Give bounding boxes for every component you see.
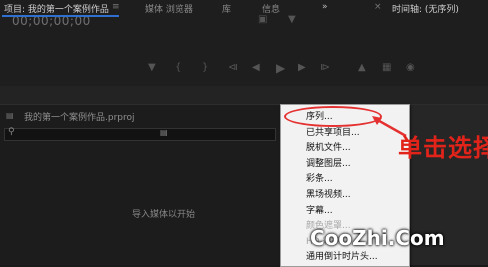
watermark: CooZhi.Com xyxy=(310,226,445,250)
close-icon[interactable]: × xyxy=(374,2,382,12)
menu-item[interactable]: 调整图层... xyxy=(306,156,351,169)
step-forward-icon[interactable]: ▶ xyxy=(298,62,306,73)
empty-project-message: 导入媒体以开始 xyxy=(132,210,196,220)
marker-icon[interactable]: ▼ xyxy=(148,62,156,73)
tab-project[interactable]: 项目: 我的第一个案例作品 xyxy=(4,2,109,15)
mark-in-icon[interactable]: { xyxy=(175,62,181,73)
camera-icon[interactable]: ◉ xyxy=(406,62,415,73)
go-to-in-icon[interactable]: ⧏ xyxy=(228,62,238,73)
project-file-name: 我的第一个案例作品.prproj xyxy=(24,113,135,123)
timeline-header xyxy=(372,86,488,104)
active-tab-indicator xyxy=(2,15,119,17)
tab-timeline[interactable]: 时间轴: (无序列) xyxy=(392,2,459,15)
export-frame-icon[interactable]: ▣ xyxy=(258,14,267,25)
menu-item[interactable]: 黑场视频... xyxy=(306,187,351,200)
mark-out-icon[interactable]: } xyxy=(202,62,208,73)
tab-media-browser[interactable]: 媒体 浏览器 xyxy=(145,2,193,15)
search-icon: ⚲ xyxy=(8,127,15,137)
search-input[interactable] xyxy=(4,128,276,141)
annotation-text: 单击选择 xyxy=(398,134,488,162)
menu-item[interactable]: 通用倒计时片头... xyxy=(306,249,378,262)
menu-item[interactable]: 字幕... xyxy=(306,203,333,216)
settings-icon[interactable]: ▼ xyxy=(288,14,296,25)
panel-overflow-icon[interactable]: » xyxy=(322,2,328,12)
project-file-icon: ▤ xyxy=(6,111,14,120)
menu-item[interactable]: 脱机文件... xyxy=(306,140,351,153)
tab-info[interactable]: 信息 xyxy=(262,2,280,15)
play-icon[interactable]: ▶ xyxy=(276,61,285,75)
lift-icon[interactable]: ▲ xyxy=(358,62,366,73)
tab-menu-icon[interactable]: ≡ xyxy=(112,2,120,12)
new-bin-icon[interactable]: ▤ xyxy=(160,128,168,137)
go-to-out-icon[interactable]: ⧐ xyxy=(320,62,330,73)
menu-item[interactable]: 彩条... xyxy=(306,171,333,184)
step-back-icon[interactable]: ◀ xyxy=(252,62,260,73)
tab-library[interactable]: 库 xyxy=(222,2,231,15)
extract-icon[interactable]: ▦ xyxy=(382,62,391,73)
